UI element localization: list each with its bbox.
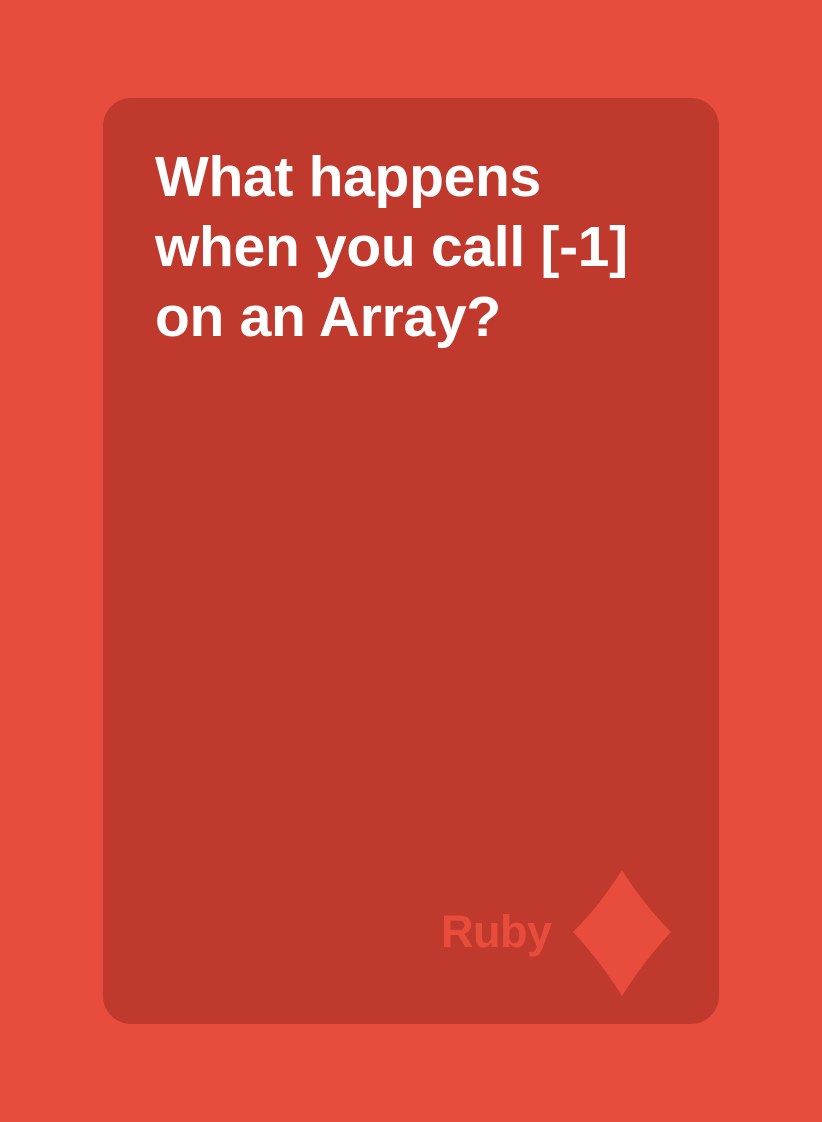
diamond-icon (573, 870, 671, 996)
question-line: What happens (155, 145, 541, 209)
category-label: Ruby (441, 906, 552, 957)
card-question: What happens when you call [-1] on an Ar… (155, 142, 695, 352)
question-line: when you call [-1] (155, 215, 628, 279)
question-line: on an Array? (155, 285, 501, 349)
flash-card: What happens when you call [-1] on an Ar… (103, 98, 719, 1024)
